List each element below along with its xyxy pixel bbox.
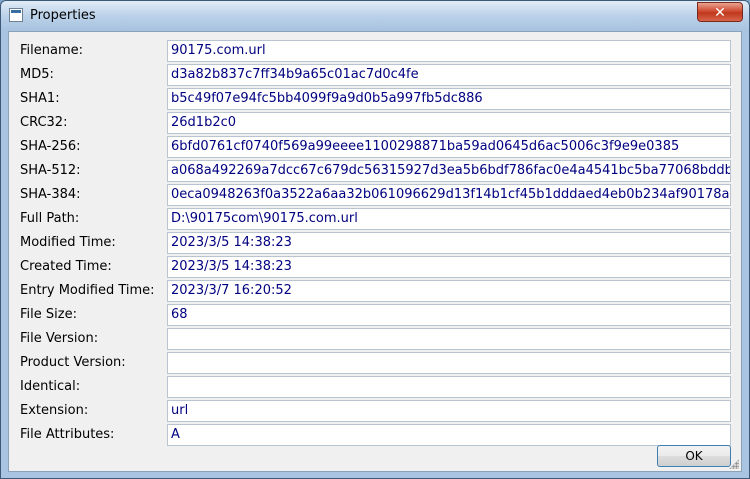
property-row-modified-time: Modified Time: 2023/3/5 14:38:23 <box>9 232 743 254</box>
property-label: File Attributes: <box>20 427 115 442</box>
properties-window: Properties ✕ Filename: 90175.com.url MD5… <box>0 0 750 479</box>
property-value-field[interactable]: 2023/3/7 16:20:52 <box>167 280 731 302</box>
property-label: Filename: <box>20 43 84 58</box>
property-value-field[interactable] <box>167 376 731 398</box>
property-value-field[interactable]: url <box>167 400 731 422</box>
property-value-field[interactable]: 90175.com.url <box>167 40 731 62</box>
property-label: File Size: <box>20 307 77 322</box>
property-value-field[interactable]: 6bfd0761cf0740f569a99eeee1100298871ba59a… <box>167 136 731 158</box>
property-label: SHA-256: <box>20 139 81 154</box>
property-row-sha512: SHA-512: a068a492269a7dcc67c679dc5631592… <box>9 160 743 182</box>
property-value-field[interactable]: 68 <box>167 304 731 326</box>
property-value-field[interactable] <box>167 352 731 374</box>
property-value-field[interactable]: 0eca0948263f0a3522a6aa32b061096629d13f14… <box>167 184 731 206</box>
property-value-field[interactable]: 2023/3/5 14:38:23 <box>167 256 731 278</box>
property-row-file-attributes: File Attributes: A <box>9 424 743 446</box>
property-row-crc32: CRC32: 26d1b2c0 <box>9 112 743 134</box>
property-row-file-size: File Size: 68 <box>9 304 743 326</box>
property-value-field[interactable]: 26d1b2c0 <box>167 112 731 134</box>
property-row-entry-modified-time: Entry Modified Time: 2023/3/7 16:20:52 <box>9 280 743 302</box>
property-row-created-time: Created Time: 2023/3/5 14:38:23 <box>9 256 743 278</box>
window-app-icon <box>9 8 23 22</box>
ok-button[interactable]: OK <box>657 445 731 467</box>
property-row-file-version: File Version: <box>9 328 743 350</box>
properties-panel: Filename: 90175.com.url MD5: d3a82b837c7… <box>8 31 742 472</box>
property-row-md5: MD5: d3a82b837c7ff34b9a65c01ac7d0c4fe <box>9 64 743 86</box>
property-value-field[interactable]: b5c49f07e94fc5bb4099f9a9d0b5a997fb5dc886 <box>167 88 731 110</box>
property-label: Identical: <box>20 379 81 394</box>
property-row-sha256: SHA-256: 6bfd0761cf0740f569a99eeee110029… <box>9 136 743 158</box>
property-row-identical: Identical: <box>9 376 743 398</box>
property-label: File Version: <box>20 331 99 346</box>
property-label: CRC32: <box>20 115 68 130</box>
property-row-full-path: Full Path: D:\90175com\90175.com.url <box>9 208 743 230</box>
property-label: Extension: <box>20 403 89 418</box>
property-value-field[interactable]: A <box>167 424 731 446</box>
property-row-product-version: Product Version: <box>9 352 743 374</box>
property-label: Entry Modified Time: <box>20 283 155 298</box>
property-label: SHA-512: <box>20 163 81 178</box>
window-title: Properties <box>30 8 96 23</box>
property-value-field[interactable] <box>167 328 731 350</box>
property-label: MD5: <box>20 67 54 82</box>
property-row-filename: Filename: 90175.com.url <box>9 40 743 62</box>
property-value-field[interactable]: d3a82b837c7ff34b9a65c01ac7d0c4fe <box>167 64 731 86</box>
property-row-sha1: SHA1: b5c49f07e94fc5bb4099f9a9d0b5a997fb… <box>9 88 743 110</box>
property-label: SHA1: <box>20 91 60 106</box>
property-value-field[interactable]: 2023/3/5 14:38:23 <box>167 232 731 254</box>
property-label: SHA-384: <box>20 187 81 202</box>
property-label: Full Path: <box>20 211 80 226</box>
property-label: Product Version: <box>20 355 126 370</box>
property-label: Modified Time: <box>20 235 116 250</box>
property-label: Created Time: <box>20 259 112 274</box>
title-bar[interactable]: Properties ✕ <box>1 1 749 31</box>
property-row-sha384: SHA-384: 0eca0948263f0a3522a6aa32b061096… <box>9 184 743 206</box>
property-value-field[interactable]: D:\90175com\90175.com.url <box>167 208 731 230</box>
close-button[interactable]: ✕ <box>697 2 743 22</box>
property-row-extension: Extension: url <box>9 400 743 422</box>
property-value-field[interactable]: a068a492269a7dcc67c679dc56315927d3ea5b6b… <box>167 160 731 182</box>
